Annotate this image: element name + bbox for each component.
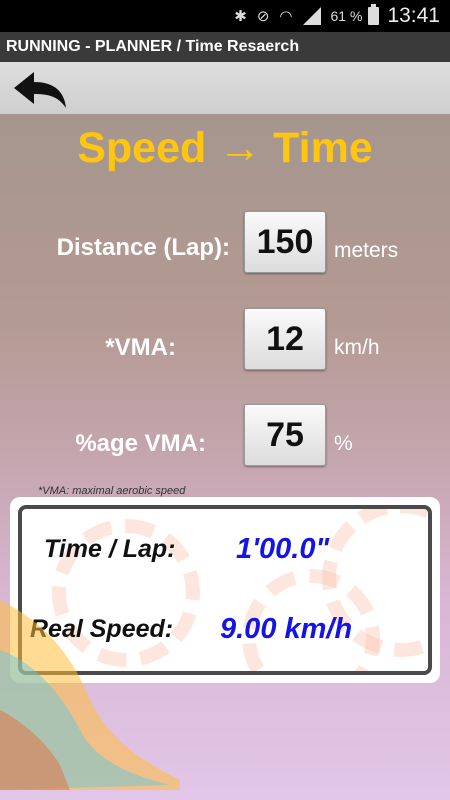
vma-percent-unit: % bbox=[334, 432, 353, 455]
back-button[interactable] bbox=[12, 68, 68, 110]
back-arrow-icon bbox=[14, 72, 66, 108]
vma-percent-input[interactable]: 75 bbox=[244, 404, 326, 466]
result-panel: Time / Lap: 1'00.0" Real Speed: 9.00 km/… bbox=[10, 497, 440, 683]
mute-icon: ⊘ bbox=[256, 8, 270, 25]
wifi-icon: ◠ bbox=[279, 8, 293, 25]
status-time: 13:41 bbox=[387, 4, 440, 27]
vma-unit: km/h bbox=[334, 336, 380, 359]
result-inner: Time / Lap: 1'00.0" Real Speed: 9.00 km/… bbox=[18, 505, 432, 675]
real-speed-value: 9.00 km/h bbox=[220, 613, 353, 645]
vma-label: *VMA: bbox=[105, 334, 176, 361]
vma-input[interactable]: 12 bbox=[244, 308, 326, 370]
distance-unit: meters bbox=[334, 239, 399, 262]
time-per-lap-label: Time / Lap: bbox=[44, 535, 176, 563]
real-speed-label: Real Speed: bbox=[30, 615, 174, 643]
toolbar bbox=[0, 62, 450, 114]
battery-icon bbox=[368, 4, 380, 25]
distance-label: Distance (Lap): bbox=[56, 234, 230, 261]
time-per-lap-value: 1'00.0" bbox=[236, 533, 330, 565]
status-bar: ✱ ⊘ ◠ 61 % 13:41 bbox=[0, 0, 450, 32]
app-title: RUNNING - PLANNER / Time Resaerch bbox=[0, 32, 450, 62]
bluetooth-icon: ✱ bbox=[234, 8, 247, 25]
signal-icon bbox=[302, 7, 321, 25]
battery-percent: 61 % bbox=[330, 8, 363, 24]
distance-input[interactable]: 150 bbox=[244, 211, 326, 273]
footnote: *VMA: maximal aerobic speed bbox=[38, 485, 186, 497]
vma-percent-label: %age VMA: bbox=[75, 430, 206, 457]
page-title: Speed → Time bbox=[77, 124, 373, 172]
